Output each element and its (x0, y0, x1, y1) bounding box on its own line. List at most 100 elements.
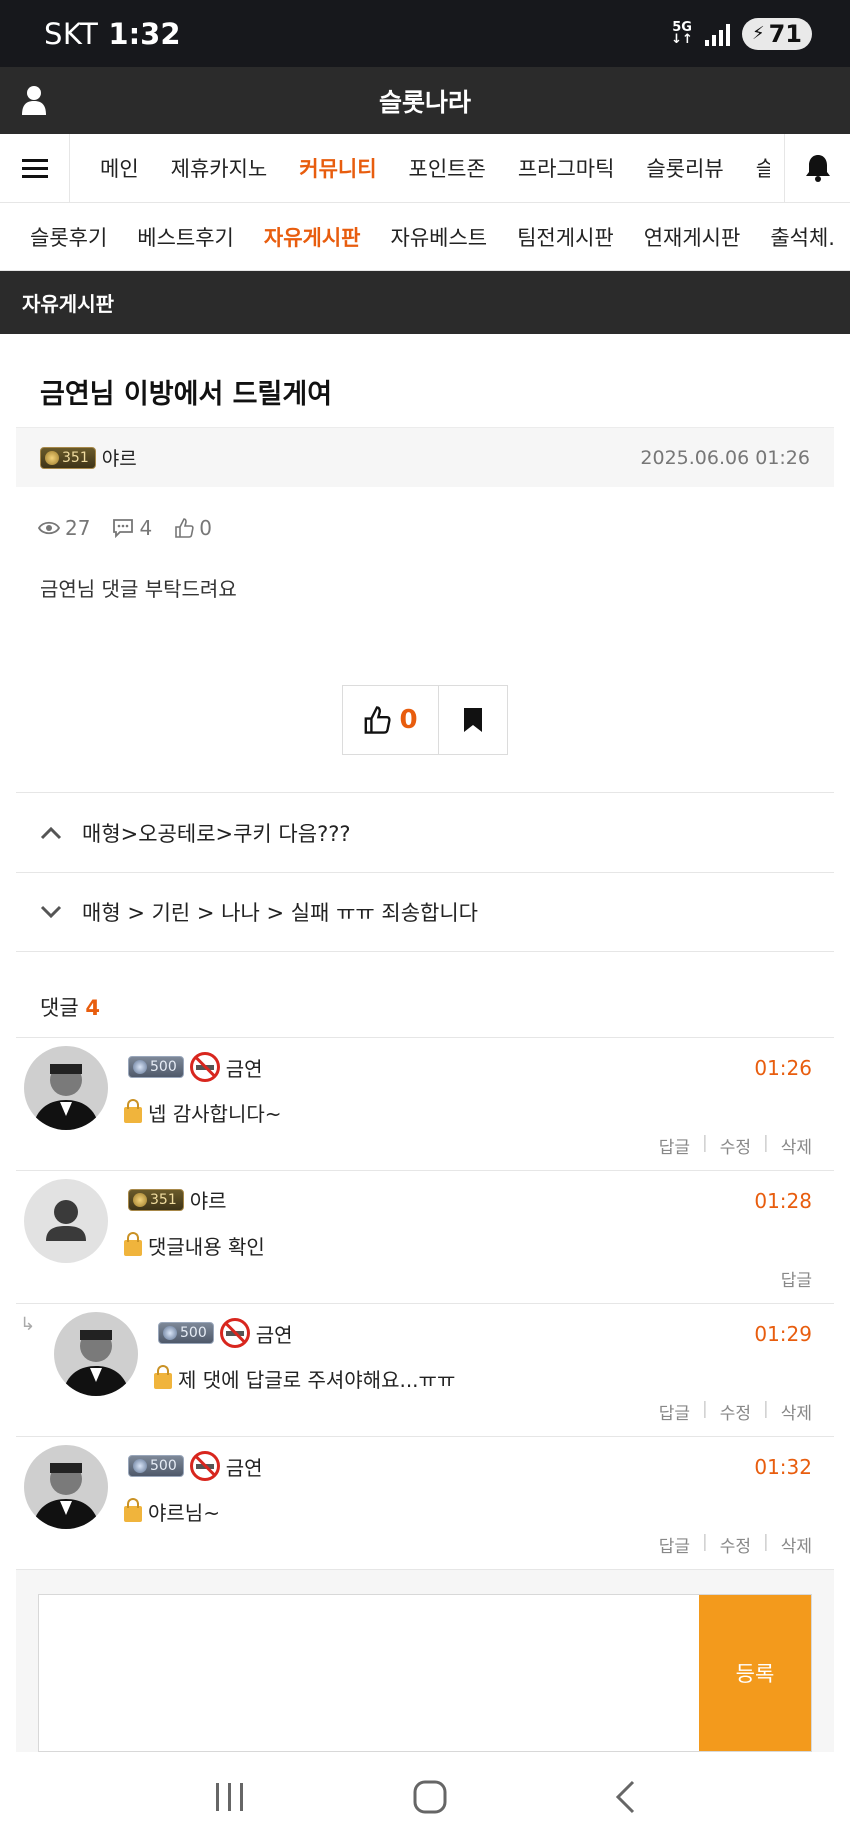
submit-comment-button[interactable]: 등록 (699, 1595, 811, 1751)
avatar[interactable] (24, 1445, 108, 1529)
comment-reply-item: ↳ 500 금연 01:29 제 댓에 답글로 주셔야해요...ㅠㅠ 답글 | 수… (16, 1303, 834, 1436)
comment-text: 제 댓에 답글로 주셔야해요...ㅠㅠ (178, 1368, 456, 1392)
comment-text: 야르님~ (148, 1501, 220, 1525)
main-nav-item[interactable]: 슬 (756, 153, 770, 183)
comment-author[interactable]: 금연 (226, 1053, 263, 1082)
carrier-label: SKT (44, 16, 99, 51)
reply-button[interactable]: 답글 (781, 1266, 812, 1291)
post-meta: 351 야르 2025.06.06 01:26 (16, 427, 834, 487)
eye-icon (38, 521, 60, 535)
level-gem-icon (133, 1060, 147, 1074)
level-gem-icon (45, 450, 59, 465)
system-nav-bar (0, 1752, 850, 1842)
lock-icon (124, 1098, 142, 1123)
avatar[interactable] (54, 1312, 138, 1396)
sub-nav-item[interactable]: 팀전게시판 (517, 222, 614, 252)
delete-button[interactable]: 삭제 (781, 1133, 812, 1158)
no-smoking-icon (219, 1318, 250, 1348)
post-title: 금연님 이방에서 드릴게여 (40, 379, 333, 410)
separator: | (701, 1532, 708, 1552)
app-header: 슬롯나라 (0, 67, 850, 134)
comments-count: 4 (139, 516, 153, 540)
level-badge: 500 (128, 1455, 184, 1477)
separator: | (762, 1133, 769, 1153)
separator: | (701, 1399, 708, 1419)
chevron-up-icon (40, 826, 62, 839)
post-stats: 27 4 0 (0, 487, 850, 551)
network-indicator: 5G ↓↑ (671, 19, 693, 47)
user-icon[interactable] (22, 85, 46, 115)
level-number: 351 (62, 449, 89, 466)
next-post-title[interactable]: 매형 > 기린 > 나나 > 실패 ㅠㅠ 죄송합니다 (82, 897, 478, 927)
level-number: 351 (150, 1191, 177, 1208)
level-number: 500 (180, 1325, 207, 1341)
reply-arrow-icon: ↳ (20, 1314, 36, 1335)
level-number: 500 (150, 1458, 177, 1474)
reply-button[interactable]: 답글 (659, 1532, 690, 1557)
main-nav-item[interactable]: 슬롯리뷰 (646, 153, 723, 183)
edit-button[interactable]: 수정 (720, 1133, 751, 1158)
hamburger-menu-icon[interactable] (0, 134, 70, 202)
sub-nav-item[interactable]: 자유베스트 (391, 222, 488, 252)
comment-time: 01:32 (754, 1455, 812, 1479)
delete-button[interactable]: 삭제 (781, 1532, 812, 1557)
lock-icon (124, 1231, 142, 1256)
bookmark-icon (464, 708, 482, 732)
avatar[interactable] (24, 1046, 108, 1130)
level-badge: 500 (128, 1056, 184, 1078)
post-body: 금연님 댓글 부탁드려요 (40, 577, 237, 601)
sub-nav-item[interactable]: 출석체. (770, 222, 835, 252)
home-icon[interactable] (412, 1779, 448, 1815)
sub-nav-item-active[interactable]: 자유게시판 (264, 222, 361, 252)
level-gem-icon (133, 1192, 147, 1207)
comment-text: 댓글내용 확인 (148, 1235, 265, 1259)
comment-item: 500 금연 01:32 야르님~ 답글 | 수정 | 삭제 (16, 1436, 834, 1569)
prev-post-link[interactable]: 매형>오공테로>쿠키 다음??? (16, 792, 834, 872)
delete-button[interactable]: 삭제 (781, 1399, 812, 1424)
thumbs-up-icon (365, 706, 392, 734)
likes-count: 0 (199, 516, 212, 540)
edit-button[interactable]: 수정 (720, 1532, 751, 1557)
like-button[interactable]: 0 (343, 686, 439, 754)
post-date: 2025.06.06 01:26 (640, 446, 810, 469)
comment-author[interactable]: 금연 (226, 1452, 263, 1481)
site-title[interactable]: 슬롯나라 (379, 83, 471, 119)
prev-post-title[interactable]: 매형>오공테로>쿠키 다음??? (82, 818, 351, 848)
comment-input[interactable] (39, 1595, 699, 1751)
chevron-down-icon (40, 905, 62, 919)
main-nav-item[interactable]: 프라그마틱 (518, 153, 615, 183)
comment-item: 500 금연 01:26 넵 감사합니다~ 답글 | 수정 | 삭제 (16, 1037, 834, 1170)
main-nav-item[interactable]: 제휴카지노 (171, 153, 268, 183)
main-nav-item[interactable]: 포인트존 (409, 153, 486, 183)
reply-button[interactable]: 답글 (659, 1133, 690, 1158)
comments-header: 댓글 4 (0, 952, 850, 1037)
reply-button[interactable]: 답글 (659, 1399, 690, 1424)
main-nav-item-active[interactable]: 커뮤니티 (299, 153, 376, 183)
main-nav-item[interactable]: 메인 (100, 153, 139, 183)
comment-author[interactable]: 금연 (256, 1319, 293, 1348)
bookmark-button[interactable] (439, 686, 507, 754)
battery-icon: ⚡ 71 (741, 17, 812, 50)
post-author[interactable]: 야르 (102, 444, 137, 471)
comment-time: 01:29 (754, 1322, 812, 1346)
comment-author[interactable]: 야르 (190, 1185, 227, 1214)
comment-time: 01:26 (754, 1056, 812, 1080)
views-stat: 27 (38, 516, 90, 540)
like-count: 0 (399, 705, 418, 735)
views-count: 27 (65, 516, 91, 540)
next-post-link[interactable]: 매형 > 기린 > 나나 > 실패 ㅠㅠ 죄송합니다 (16, 872, 834, 952)
sub-nav-item[interactable]: 슬롯후기 (30, 222, 107, 252)
comments-label: 댓글 (40, 996, 79, 1020)
sub-nav-item[interactable]: 연재게시판 (644, 222, 741, 252)
signal-icon (704, 22, 730, 46)
recent-apps-icon[interactable] (213, 1781, 247, 1813)
sub-nav-item[interactable]: 베스트후기 (137, 222, 234, 252)
likes-stat: 0 (174, 516, 212, 540)
back-icon[interactable] (613, 1779, 637, 1815)
edit-button[interactable]: 수정 (720, 1399, 751, 1424)
lock-icon (124, 1497, 142, 1522)
board-title: 자유게시판 (0, 271, 850, 334)
comment-text: 넵 감사합니다~ (148, 1102, 282, 1126)
avatar[interactable] (24, 1179, 108, 1263)
bell-icon[interactable] (784, 134, 850, 202)
